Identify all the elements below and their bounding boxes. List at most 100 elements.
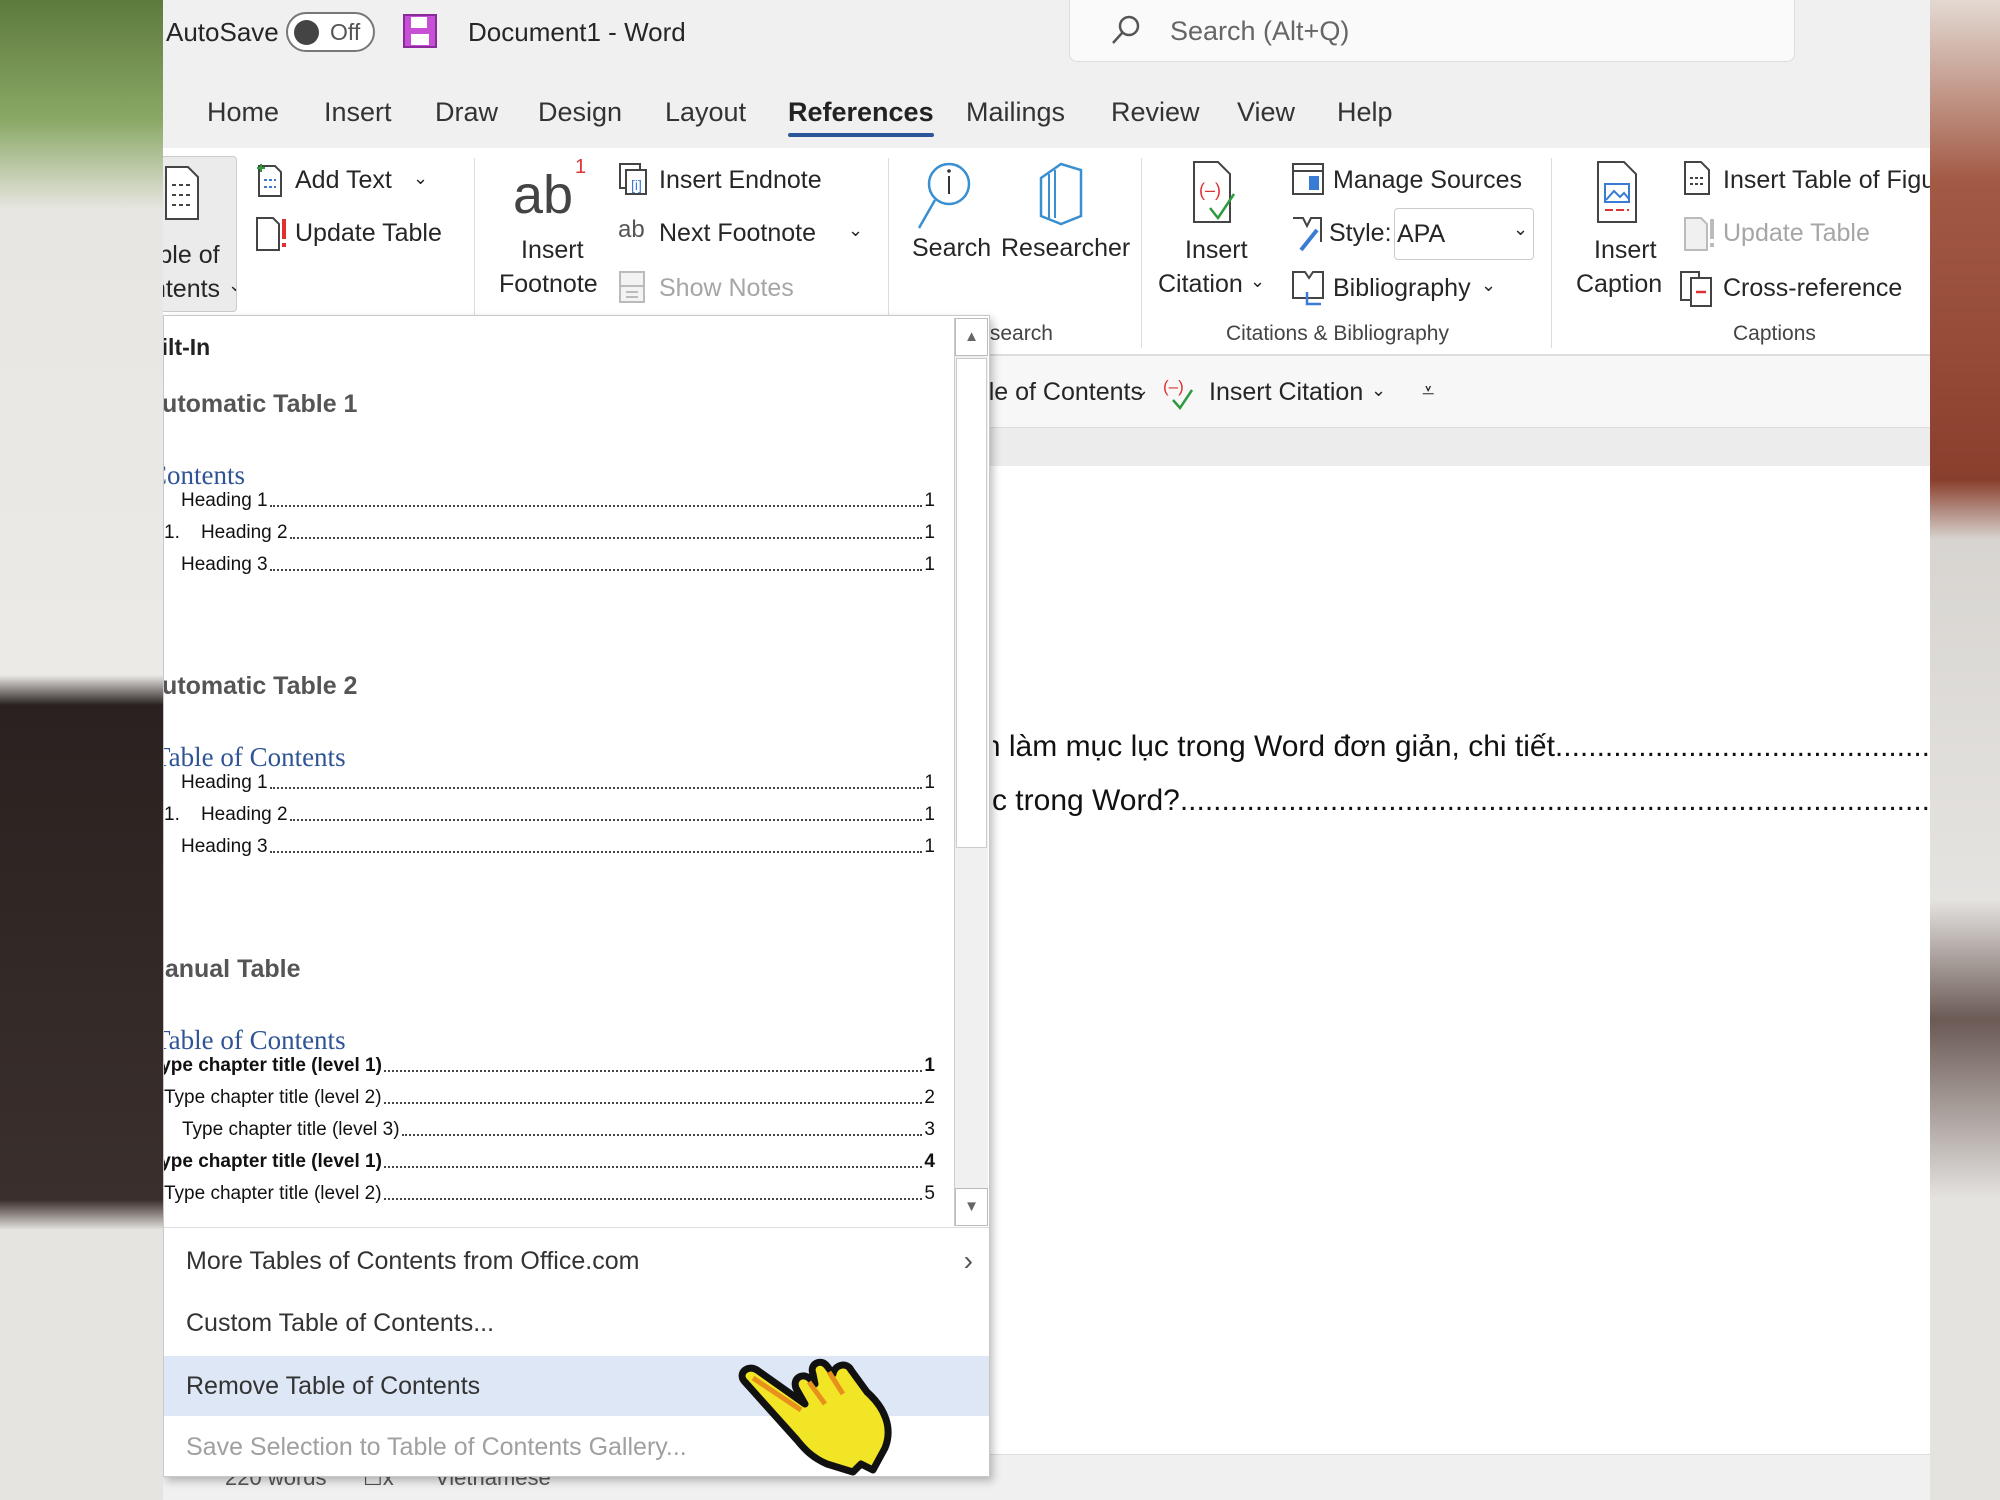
manage-sources-button[interactable]: Manage Sources: [1333, 166, 1522, 195]
gallery-item-title: Contents: [164, 460, 246, 490]
dot-leader: [269, 569, 923, 571]
tab-review[interactable]: Review: [1111, 97, 1200, 128]
style-select[interactable]: APA ⌄: [1394, 208, 1534, 260]
toc-row-label: Type chapter title (level 2): [164, 1183, 382, 1204]
toc-label-line2: Contents: [163, 275, 221, 303]
desktop-background-right: [1930, 0, 2000, 1500]
footnote-icon: ab: [513, 165, 574, 225]
tab-design[interactable]: Design: [538, 97, 622, 128]
style-label: Style:: [1329, 219, 1392, 247]
toc-dropdown: Built-In Automatic Table 1 Contents Head…: [163, 315, 990, 1477]
ribbon-tabs: Home Insert Draw Design Layout Reference…: [163, 80, 1930, 148]
chevron-down-icon: ⌄: [1481, 275, 1497, 295]
researcher-button[interactable]: Researcher: [1001, 234, 1130, 263]
update-table-captions-button[interactable]: Update Table: [1723, 219, 1870, 248]
toc-row: Heading 3 1: [164, 834, 935, 858]
chevron-down-icon[interactable]: ⌄: [848, 220, 863, 241]
insert-endnote-button[interactable]: Insert Endnote: [659, 166, 822, 195]
tab-insert[interactable]: Insert: [324, 97, 392, 128]
toc-gallery: Built-In Automatic Table 1 Contents Head…: [164, 316, 954, 1226]
update-table-button[interactable]: Update Table: [295, 219, 442, 248]
word-window: AutoSave Off Document1 - Word Search (Al…: [163, 0, 1930, 1500]
tab-draw[interactable]: Draw: [435, 97, 498, 128]
citations-group-label: Citations & Bibliography: [1226, 322, 1449, 345]
chevron-down-icon[interactable]: ⌄: [1371, 380, 1386, 401]
gallery-item-title: Table of Contents: [164, 1025, 346, 1055]
scrollbar-thumb[interactable]: [956, 358, 987, 848]
toc-row-label: Type chapter title (level 1): [164, 1055, 382, 1076]
style-icon: [1293, 217, 1322, 252]
autosave-state: Off: [330, 19, 361, 45]
insert-endnote-icon: [i]: [619, 163, 647, 195]
insert-citation-icon: (–): [1193, 161, 1236, 223]
tab-help[interactable]: Help: [1337, 97, 1393, 128]
chevron-down-icon[interactable]: ⌄: [1134, 380, 1149, 401]
qat-insert-citation-button[interactable]: Insert Citation: [1209, 378, 1363, 407]
dot-leader: [383, 1166, 923, 1168]
dot-leader: [383, 1198, 923, 1200]
toc-row: Type chapter title (level 1) 4: [164, 1149, 935, 1173]
tab-layout[interactable]: Layout: [665, 97, 746, 128]
hand-pointer-cursor-icon: [738, 1358, 892, 1476]
gallery-scrollbar[interactable]: ▲ ▼: [954, 318, 988, 1226]
next-footnote-button[interactable]: Next Footnote: [659, 219, 816, 248]
insert-citation-button[interactable]: (–) Insert Citation ⌄: [1158, 156, 1273, 316]
insert-footnote-line1: Insert: [521, 236, 584, 264]
toc-row: Type chapter title (level 1) 1: [164, 1053, 935, 1077]
cross-reference-icon: [1680, 271, 1712, 307]
toc-label-line1: Table of: [163, 241, 220, 269]
insert-caption-button[interactable]: Insert Caption: [1568, 156, 1668, 316]
group-separator: [1141, 158, 1142, 348]
tab-home[interactable]: Home: [207, 97, 279, 128]
toc-row: Type chapter title (level 3) 3: [164, 1117, 935, 1141]
style-value: APA: [1397, 220, 1446, 248]
dot-leader: [383, 1070, 923, 1072]
scroll-down-arrow-icon[interactable]: ▼: [955, 1188, 988, 1226]
svg-text:(–): (–): [1163, 377, 1184, 396]
insert-footnote-button[interactable]: ab 1 Insert Footnote: [483, 156, 613, 316]
insert-table-of-figures-button[interactable]: Insert Table of Figures: [1723, 166, 1930, 195]
insert-table-of-figures-icon: [1684, 161, 1710, 195]
gallery-item-manual-table[interactable]: Manual Table Table of Contents Type chap…: [164, 941, 954, 1226]
researcher-icon: [1039, 162, 1083, 226]
show-notes-button[interactable]: Show Notes: [659, 274, 794, 303]
table-of-contents-button[interactable]: Table of Contents ⌄: [163, 156, 237, 312]
toc-page-number: 1: [924, 554, 935, 575]
bibliography-button[interactable]: Bibliography: [1333, 274, 1471, 303]
search-icon: [917, 162, 971, 229]
document-toc-line[interactable]: Hướng dẫn cách làm mục lục trong Word đơ…: [993, 730, 1930, 764]
search-box[interactable]: Search (Alt+Q): [1069, 0, 1795, 62]
group-separator: [1551, 158, 1552, 348]
toc-row-label: Heading 3: [181, 836, 268, 857]
cross-reference-button[interactable]: Cross-reference: [1723, 274, 1902, 303]
customize-toolbar-icon[interactable]: ⩡: [1422, 378, 1434, 404]
dot-leader: [383, 1102, 923, 1104]
gallery-item-automatic-table-2[interactable]: Automatic Table 2 Table of Contents Head…: [164, 658, 954, 858]
add-text-button[interactable]: Add Text: [295, 166, 392, 195]
chevron-down-icon: ⌄: [1513, 219, 1529, 239]
document-toc-line[interactable]: Tại sao nên tạo mục lục trong Word?.....…: [993, 784, 1930, 818]
toc-row-label: Type chapter title (level 2): [164, 1087, 382, 1108]
scroll-up-arrow-icon[interactable]: ▲: [955, 318, 988, 356]
toc-row-label: Heading 1: [181, 490, 268, 511]
insert-citation-line1: Insert: [1185, 236, 1248, 264]
menu-item-more-tables[interactable]: More Tables of Contents from Office.com ›: [164, 1230, 989, 1292]
toc-row-label: Type chapter title (level 1): [164, 1151, 382, 1172]
tab-references[interactable]: References: [788, 97, 934, 137]
tab-mailings[interactable]: Mailings: [966, 97, 1065, 128]
toc-page-number: 4: [924, 1151, 935, 1172]
chevron-down-icon: ⌄: [413, 168, 429, 188]
toc-row-label: 1. Heading 2: [164, 804, 288, 825]
menu-item-custom-toc[interactable]: Custom Table of Contents...: [164, 1292, 989, 1354]
save-icon[interactable]: [402, 13, 438, 49]
chevron-down-icon: ⌄: [1250, 271, 1266, 291]
next-footnote-icon: ab: [618, 216, 645, 243]
bibliography-icon: [1292, 271, 1324, 306]
search-button[interactable]: Search: [912, 234, 991, 263]
toc-row-label: Heading 3: [181, 554, 268, 575]
tab-view[interactable]: View: [1237, 97, 1295, 128]
toggle-knob: [294, 20, 319, 45]
gallery-item-title: Table of Contents: [164, 742, 346, 772]
autosave-toggle[interactable]: Off: [286, 12, 375, 52]
gallery-item-automatic-table-1[interactable]: Automatic Table 1 Contents Heading 1 1 1.…: [164, 376, 954, 575]
